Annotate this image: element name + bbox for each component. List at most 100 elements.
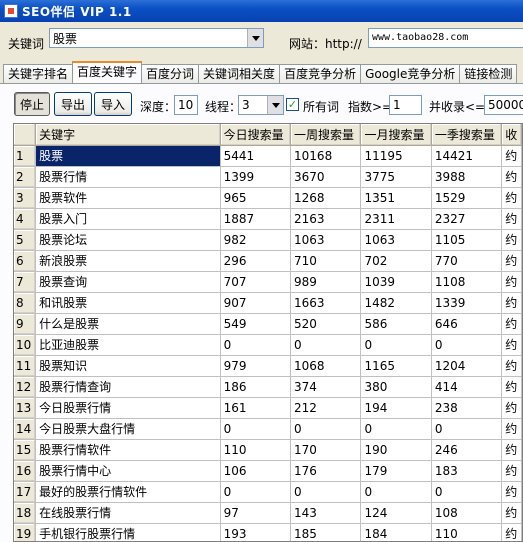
- table-cell[interactable]: 707: [220, 271, 292, 293]
- table-cell[interactable]: 约: [501, 292, 522, 314]
- table-cell[interactable]: 1482: [360, 292, 432, 314]
- table-cell[interactable]: 0: [431, 334, 503, 356]
- table-cell[interactable]: 1063: [360, 229, 432, 251]
- keyword-cell[interactable]: 股票行情查询: [35, 376, 221, 398]
- keyword-cell[interactable]: 股票知识: [35, 355, 221, 377]
- keyword-combobox[interactable]: 股票: [49, 28, 264, 48]
- stop-button[interactable]: 停止: [14, 92, 50, 116]
- table-cell[interactable]: 982: [220, 229, 292, 251]
- table-cell[interactable]: 1887: [220, 208, 292, 230]
- chevron-down-icon[interactable]: [267, 96, 283, 114]
- table-row[interactable]: 10 比亚迪股票 0 0 0 0 约: [14, 334, 522, 356]
- keyword-cell[interactable]: 股票行情中心: [35, 460, 221, 482]
- table-cell[interactable]: 约: [501, 271, 522, 293]
- keyword-cell[interactable]: 手机银行股票行情: [35, 523, 221, 541]
- table-cell[interactable]: 380: [360, 376, 432, 398]
- table-cell[interactable]: 1351: [360, 187, 432, 209]
- table-cell[interactable]: 0: [220, 334, 292, 356]
- tab-item[interactable]: 关键字排名: [3, 64, 74, 83]
- column-header[interactable]: 一周搜索量: [290, 124, 362, 146]
- keyword-cell[interactable]: 和讯股票: [35, 292, 221, 314]
- table-cell[interactable]: 110: [220, 439, 292, 461]
- table-cell[interactable]: 约: [501, 166, 522, 188]
- table-cell[interactable]: 约: [501, 523, 522, 541]
- table-cell[interactable]: 2311: [360, 208, 432, 230]
- table-cell[interactable]: 194: [360, 397, 432, 419]
- keyword-cell[interactable]: 股票软件: [35, 187, 221, 209]
- keyword-cell[interactable]: 什么是股票: [35, 313, 221, 335]
- column-header[interactable]: 今日搜索量: [220, 124, 292, 146]
- table-cell[interactable]: 770: [431, 250, 503, 272]
- keyword-cell[interactable]: 比亚迪股票: [35, 334, 221, 356]
- table-row[interactable]: 11 股票知识 979 1068 1165 1204 约: [14, 355, 522, 377]
- table-row[interactable]: 3 股票软件 965 1268 1351 1529 约: [14, 187, 522, 209]
- table-cell[interactable]: 176: [290, 460, 362, 482]
- table-cell[interactable]: 约: [501, 313, 522, 335]
- table-cell[interactable]: 0: [290, 481, 362, 503]
- tab-item[interactable]: 百度竞争分析: [279, 64, 362, 83]
- keyword-cell[interactable]: 股票: [35, 145, 221, 167]
- table-cell[interactable]: 约: [501, 145, 522, 167]
- keyword-cell[interactable]: 新浪股票: [35, 250, 221, 272]
- export-button[interactable]: 导出: [54, 92, 92, 116]
- table-cell[interactable]: 1529: [431, 187, 503, 209]
- table-cell[interactable]: 183: [431, 460, 503, 482]
- table-row[interactable]: 7 股票查询 707 989 1039 1108 约: [14, 271, 522, 293]
- keyword-cell[interactable]: 股票行情软件: [35, 439, 221, 461]
- table-row[interactable]: 13 今日股票行情 161 212 194 238 约: [14, 397, 522, 419]
- table-cell[interactable]: 549: [220, 313, 292, 335]
- keyword-cell[interactable]: 今日股票行情: [35, 397, 221, 419]
- table-cell[interactable]: 3775: [360, 166, 432, 188]
- table-row[interactable]: 17 最好的股票行情软件 0 0 0 0 约: [14, 481, 522, 503]
- table-cell[interactable]: 约: [501, 418, 522, 440]
- table-cell[interactable]: 586: [360, 313, 432, 335]
- table-cell[interactable]: 1063: [290, 229, 362, 251]
- tab-item[interactable]: Google竞争分析: [360, 64, 461, 83]
- table-cell[interactable]: 979: [220, 355, 292, 377]
- table-cell[interactable]: 1399: [220, 166, 292, 188]
- table-row[interactable]: 6 新浪股票 296 710 702 770 约: [14, 250, 522, 272]
- table-cell[interactable]: 238: [431, 397, 503, 419]
- table-cell[interactable]: 0: [360, 481, 432, 503]
- table-row[interactable]: 16 股票行情中心 106 176 179 183 约: [14, 460, 522, 482]
- indexed-input[interactable]: 50000: [484, 95, 523, 115]
- column-header[interactable]: 关键字: [35, 124, 221, 146]
- table-cell[interactable]: 520: [290, 313, 362, 335]
- table-cell[interactable]: 1204: [431, 355, 503, 377]
- table-row[interactable]: 8 和讯股票 907 1663 1482 1339 约: [14, 292, 522, 314]
- keyword-cell[interactable]: 今日股票大盘行情: [35, 418, 221, 440]
- table-cell[interactable]: 3670: [290, 166, 362, 188]
- table-cell[interactable]: 246: [431, 439, 503, 461]
- depth-input[interactable]: 10: [174, 95, 198, 115]
- table-cell[interactable]: 5441: [220, 145, 292, 167]
- import-button[interactable]: 导入: [94, 92, 132, 116]
- table-row[interactable]: 9 什么是股票 549 520 586 646 约: [14, 313, 522, 335]
- table-cell[interactable]: 186: [220, 376, 292, 398]
- table-cell[interactable]: 702: [360, 250, 432, 272]
- keyword-cell[interactable]: 在线股票行情: [35, 502, 221, 524]
- table-row[interactable]: 5 股票论坛 982 1063 1063 1105 约: [14, 229, 522, 251]
- table-cell[interactable]: 110: [431, 523, 503, 541]
- chevron-down-icon[interactable]: [247, 29, 263, 47]
- table-cell[interactable]: 0: [220, 418, 292, 440]
- table-cell[interactable]: 3988: [431, 166, 503, 188]
- table-cell[interactable]: 965: [220, 187, 292, 209]
- table-cell[interactable]: 1039: [360, 271, 432, 293]
- table-cell[interactable]: 约: [501, 250, 522, 272]
- table-cell[interactable]: 0: [360, 334, 432, 356]
- table-cell[interactable]: 约: [501, 397, 522, 419]
- table-cell[interactable]: 约: [501, 439, 522, 461]
- table-cell[interactable]: 1068: [290, 355, 362, 377]
- tab-item[interactable]: 关键词相关度: [198, 64, 281, 83]
- table-cell[interactable]: 193: [220, 523, 292, 541]
- table-cell[interactable]: 约: [501, 187, 522, 209]
- table-cell[interactable]: 0: [431, 418, 503, 440]
- table-row[interactable]: 2 股票行情 1399 3670 3775 3988 约: [14, 166, 522, 188]
- table-cell[interactable]: 184: [360, 523, 432, 541]
- tab-item[interactable]: 百度分词: [141, 64, 200, 83]
- table-cell[interactable]: 约: [501, 460, 522, 482]
- table-cell[interactable]: 170: [290, 439, 362, 461]
- table-cell[interactable]: 646: [431, 313, 503, 335]
- table-cell[interactable]: 212: [290, 397, 362, 419]
- table-cell[interactable]: 106: [220, 460, 292, 482]
